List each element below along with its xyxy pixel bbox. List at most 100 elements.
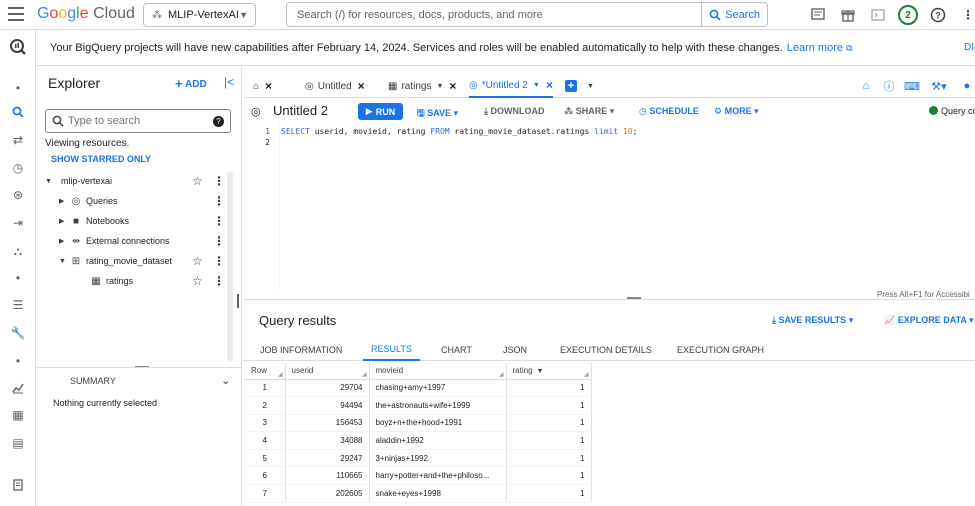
tab-results[interactable]: RESULTS	[363, 338, 420, 361]
chevron-down-icon[interactable]: ⌄	[221, 374, 230, 387]
tree-item-queries[interactable]: ▶ ◎ Queries ⋮	[37, 192, 227, 210]
tab-untitled-2[interactable]: ◎ *Untitled 2 ▼ ×	[469, 74, 553, 98]
share-button[interactable]: ⁂ SHARE ▾	[564, 106, 614, 117]
add-button[interactable]: + ADD	[175, 76, 207, 91]
save-button[interactable]: 🖫 SAVE ▾	[417, 106, 458, 122]
download-button[interactable]: ⤓ DOWNLOAD	[484, 106, 545, 117]
more-button[interactable]: ⚙ MORE ▾	[714, 106, 759, 117]
search-icon[interactable]	[6, 102, 30, 122]
collapsed-arrow-icon[interactable]: ▶	[59, 217, 69, 225]
more-vert-icon[interactable]: ⋮	[213, 214, 225, 228]
sort-icon[interactable]: ▼	[537, 368, 544, 375]
tab-chart[interactable]: CHART	[441, 338, 472, 361]
table-row[interactable]: 7 202605 snake+eyes+1998 1	[245, 484, 592, 503]
table-row[interactable]: 5 29247 3+ninjas+1992 1	[245, 449, 592, 468]
wrench-icon[interactable]: 🔧	[6, 323, 30, 343]
info-icon[interactable]: ⓘ	[881, 79, 897, 93]
expanded-arrow-icon[interactable]: ▼	[59, 258, 69, 265]
resize-handle-icon[interactable]: ◢	[278, 371, 283, 378]
sql-code[interactable]: SELECT userid, movieid, rating FROM rati…	[281, 126, 637, 137]
tab-job-information[interactable]: JOB INFORMATION	[260, 338, 342, 361]
more-vert-icon[interactable]: ⋮	[213, 274, 225, 288]
table-row[interactable]: 4 34088 aladdin+1992 1	[245, 431, 592, 450]
close-icon[interactable]: ×	[449, 79, 456, 93]
more-vert-icon[interactable]: ⋮	[213, 194, 225, 208]
search-input[interactable]: Search (/) for resources, docs, products…	[287, 9, 701, 21]
more-vert-icon[interactable]: ⋮	[213, 174, 225, 188]
close-icon[interactable]: ×	[265, 79, 272, 93]
search-button[interactable]: Search	[701, 3, 767, 26]
save-results-button[interactable]: ⤓ SAVE RESULTS ▾	[772, 315, 853, 326]
dataflow-icon[interactable]: ⇥	[6, 213, 30, 233]
google-cloud-logo[interactable]: Google Cloud	[37, 5, 135, 23]
chevron-down-icon[interactable]: ▼	[533, 82, 540, 89]
schedule-button[interactable]: ◷ SCHEDULE	[639, 106, 699, 117]
menu-icon[interactable]	[8, 7, 24, 21]
table-row[interactable]: 6 110665 harry+potter+and+the+philoso... 1	[245, 466, 592, 486]
analytics-hub-icon[interactable]: ⊛	[6, 185, 30, 205]
chevron-down-icon[interactable]: ▼	[436, 83, 443, 90]
more-vert-icon[interactable]: ⋮	[953, 5, 975, 25]
monitoring-icon[interactable]	[6, 378, 30, 398]
table-row[interactable]: 2 94494 the+astronauts+wife+1999 1	[245, 396, 592, 415]
tree-item-notebooks[interactable]: ▶ ■ Notebooks ⋮	[37, 212, 227, 230]
collapsed-arrow-icon[interactable]: ▶	[59, 197, 69, 205]
resize-handle-icon[interactable]: ◢	[499, 371, 504, 378]
table-icon[interactable]: ▤	[6, 433, 30, 453]
keyboard-icon[interactable]: ⌨	[904, 79, 920, 93]
column-header-userid[interactable]: userid ◢	[285, 362, 370, 380]
bigquery-logo-icon[interactable]	[6, 37, 30, 57]
more-vert-icon[interactable]: ⋮	[213, 254, 225, 268]
project-selector[interactable]: ⁂ MLIP-VertexAI ▼	[143, 3, 256, 27]
explore-data-button[interactable]: 📈 EXPLORE DATA ▾	[884, 315, 974, 326]
list-icon[interactable]: ☰	[6, 295, 30, 315]
terminal-icon[interactable]	[863, 5, 893, 25]
explorer-search-input[interactable]	[68, 115, 213, 127]
explorer-search-field[interactable]: ?	[45, 109, 231, 133]
cloud-shell-notes-icon[interactable]	[803, 5, 833, 25]
tab-execution-details[interactable]: EXECUTION DETAILS	[560, 338, 652, 361]
learn-more-link[interactable]: Learn more ⧉	[787, 42, 853, 54]
chevron-down-icon[interactable]: ▼	[587, 74, 594, 98]
gift-icon[interactable]	[833, 5, 863, 25]
column-header-row[interactable]: Row ◢	[245, 362, 286, 380]
tree-item-project[interactable]: ▼ mlip-vertexai ☆ ⋮	[37, 172, 227, 190]
tab-ratings[interactable]: ▦ ratings ▼ ×	[388, 74, 456, 98]
close-icon[interactable]: ×	[546, 78, 553, 92]
help-icon[interactable]: ?	[213, 115, 224, 127]
dataform-icon[interactable]: ⛬	[6, 241, 30, 261]
summary-header[interactable]: SUMMARY ⌄	[37, 367, 242, 393]
tree-item-dataset[interactable]: ▼ ⊞ rating_movie_dataset ☆ ⋮	[37, 252, 227, 270]
home-icon[interactable]: ⌂	[858, 79, 874, 93]
collapse-panel-icon[interactable]: |<	[224, 75, 234, 89]
show-starred-only-button[interactable]: SHOW STARRED ONLY	[51, 154, 151, 164]
collapsed-arrow-icon[interactable]: ▶	[59, 237, 69, 245]
tab-home[interactable]: ⌂ ×	[253, 74, 272, 98]
new-query-plus-icon[interactable]: +	[565, 80, 577, 92]
editor-resize-handle[interactable]	[627, 297, 641, 299]
explorer-scrollbar[interactable]	[227, 172, 233, 362]
more-vert-icon[interactable]: ⋮	[213, 234, 225, 248]
resize-handle-icon[interactable]: ◢	[362, 371, 367, 378]
table-row[interactable]: 3 156453 boyz+n+the+hood+1991 1	[245, 414, 592, 433]
table-row[interactable]: 1 29704 chasing+amy+1997 1	[245, 379, 592, 398]
magic-wand-icon[interactable]: ⚒▾	[928, 79, 950, 93]
expanded-arrow-icon[interactable]: ▼	[45, 178, 55, 185]
column-header-rating[interactable]: rating ▼ ◢	[506, 362, 592, 380]
grid-icon[interactable]: ▦	[6, 405, 30, 425]
dismiss-link[interactable]: DIS	[964, 42, 975, 53]
star-icon[interactable]: ☆	[192, 274, 203, 288]
help-icon[interactable]: ?	[923, 5, 953, 25]
resize-handle-icon[interactable]: ◢	[584, 371, 589, 378]
vertical-splitter-handle[interactable]	[237, 294, 239, 308]
lightbulb-icon[interactable]: ●	[959, 79, 975, 93]
tree-item-external-connections[interactable]: ▶ ⇴ External connections ⋮	[37, 232, 227, 250]
tree-item-table-ratings[interactable]: ▦ ratings ☆ ⋮	[37, 272, 227, 290]
history-icon[interactable]: ◷	[6, 158, 30, 178]
column-header-movieid[interactable]: movieid ◢	[369, 362, 507, 380]
star-icon[interactable]: ☆	[192, 254, 203, 268]
run-button[interactable]: ▶ RUN	[358, 103, 403, 120]
global-search[interactable]: Search (/) for resources, docs, products…	[286, 2, 768, 27]
release-notes-icon[interactable]	[6, 475, 30, 495]
tab-json[interactable]: JSON	[503, 338, 527, 361]
